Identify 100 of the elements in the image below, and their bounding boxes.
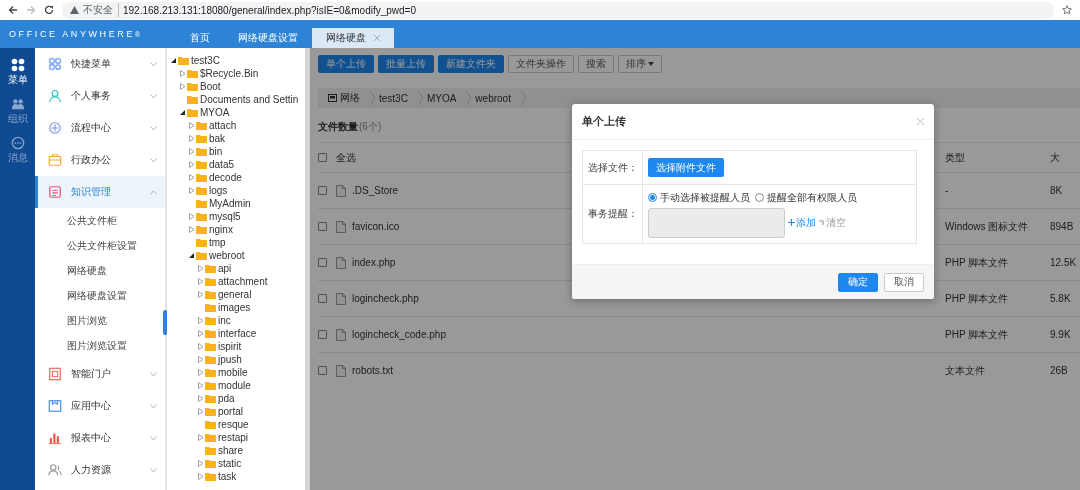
checkbox[interactable] [318, 153, 327, 162]
expand-triangle-icon[interactable] [197, 408, 204, 415]
menu-item[interactable]: 快捷菜单 [35, 48, 165, 80]
folder-name[interactable]: static [218, 458, 242, 469]
folder-name[interactable]: inc [218, 315, 231, 326]
menu-item[interactable]: 智能门户 [35, 358, 165, 390]
submenu-item[interactable]: 公共文件柜设置 [35, 233, 165, 258]
nav-tab[interactable]: 网络硬盘 [312, 28, 394, 48]
menu-item[interactable]: 知识管理 [35, 176, 165, 208]
expand-triangle-icon[interactable] [197, 330, 204, 337]
expand-triangle-icon[interactable] [197, 343, 204, 350]
folder-name[interactable]: interface [218, 328, 257, 339]
expand-triangle-icon[interactable] [188, 226, 195, 233]
folder-name[interactable]: attachment [218, 276, 268, 287]
file-name[interactable]: logincheck.php [352, 293, 419, 304]
expand-triangle-icon[interactable] [179, 83, 186, 90]
expand-triangle-icon[interactable] [197, 434, 204, 441]
folder-name[interactable]: mysql5 [209, 211, 241, 222]
dialog-button[interactable]: 取消 [884, 272, 924, 292]
nav-tab[interactable]: 网络硬盘设置 [224, 28, 312, 48]
chevron-icon[interactable] [150, 403, 157, 409]
toolbar-button[interactable]: 文件夹操作 [508, 55, 574, 73]
toolbar-button[interactable]: 搜索 [578, 55, 614, 73]
toolbar-button[interactable]: 排序 [618, 55, 662, 73]
folder-name[interactable]: portal [218, 406, 243, 417]
file-name[interactable]: favicon.ico [352, 221, 400, 232]
expand-triangle-icon[interactable] [197, 278, 204, 285]
chevron-icon[interactable] [150, 371, 157, 377]
expand-triangle-icon[interactable] [188, 213, 195, 220]
rail-item[interactable]: 消息 [7, 136, 28, 165]
close-icon[interactable] [917, 118, 924, 125]
folder-name[interactable]: bin [209, 146, 223, 157]
folder-name[interactable]: test3C [191, 55, 220, 66]
folder-name[interactable]: nginx [209, 224, 233, 235]
folder-name[interactable]: attach [209, 120, 237, 131]
folder-name[interactable]: resque [218, 419, 249, 430]
submenu-item[interactable]: 公共文件柜 [35, 208, 165, 233]
rail-item[interactable]: 组织 [7, 97, 28, 126]
folder-name[interactable]: Documents and Settin [200, 94, 299, 105]
folder-name[interactable]: MyAdmin [209, 198, 251, 209]
reload-icon[interactable] [44, 5, 54, 15]
expand-triangle-icon[interactable] [188, 122, 195, 129]
address-bar[interactable]: 不安全 192.168.213.131:18080/general/index.php?isIE=0&modify_pwd=0 [62, 1, 1054, 19]
folder-name[interactable]: general [218, 289, 252, 300]
folder-name[interactable]: api [218, 263, 232, 274]
submenu-item[interactable]: 网络硬盘 [35, 258, 165, 283]
folder-name[interactable]: logs [209, 185, 228, 196]
expand-triangle-icon[interactable] [197, 382, 204, 389]
folder-name[interactable]: data5 [209, 159, 235, 170]
nav-tab[interactable]: 首页 [176, 28, 224, 48]
scrollbar[interactable] [305, 48, 310, 490]
folder-name[interactable]: share [218, 445, 243, 456]
folder-name[interactable]: webroot [209, 250, 245, 261]
file-name[interactable]: logincheck_code.php [352, 329, 446, 340]
submenu-item[interactable]: 图片浏览 [35, 308, 165, 333]
checkbox[interactable] [318, 186, 327, 195]
expand-triangle-icon[interactable] [197, 395, 204, 402]
chevron-icon[interactable] [150, 93, 157, 99]
expand-triangle-icon[interactable] [188, 174, 195, 181]
folder-name[interactable]: restapi [218, 432, 248, 443]
folder-name[interactable]: jpush [218, 354, 242, 365]
recipients-box[interactable] [648, 207, 785, 238]
expand-triangle-icon[interactable] [197, 317, 204, 324]
radio-option[interactable]: 提醒全部有权限人员 [755, 190, 857, 205]
breadcrumb-item[interactable]: 网络 [328, 91, 366, 105]
checkbox[interactable] [318, 294, 327, 303]
expand-triangle-icon[interactable] [197, 473, 204, 480]
chevron-icon[interactable] [150, 467, 157, 473]
folder-name[interactable]: Boot [200, 81, 221, 92]
expand-triangle-icon[interactable] [197, 265, 204, 272]
folder-name[interactable]: decode [209, 172, 242, 183]
chevron-icon[interactable] [150, 61, 157, 67]
menu-item[interactable]: 行政办公 [35, 144, 165, 176]
expand-triangle-icon[interactable] [197, 369, 204, 376]
menu-item[interactable]: 应用中心 [35, 390, 165, 422]
file-name[interactable]: .DS_Store [352, 185, 399, 196]
chevron-icon[interactable] [150, 125, 157, 131]
chevron-icon[interactable] [150, 189, 157, 195]
folder-name[interactable]: tmp [209, 237, 226, 248]
breadcrumb-item[interactable]: MYOA [426, 92, 463, 104]
collapse-triangle-icon[interactable] [170, 57, 177, 64]
folder-name[interactable]: ispirit [218, 341, 242, 352]
folder-name[interactable]: task [218, 471, 237, 482]
chevron-icon[interactable] [150, 435, 157, 441]
file-name[interactable]: index.php [352, 257, 396, 268]
folder-name[interactable]: pda [218, 393, 235, 404]
back-icon[interactable] [8, 5, 18, 15]
folder-name[interactable]: $Recycle.Bin [200, 68, 259, 79]
folder-name[interactable]: bak [209, 133, 226, 144]
chevron-icon[interactable] [150, 157, 157, 163]
expand-triangle-icon[interactable] [179, 70, 186, 77]
expand-triangle-icon[interactable] [197, 291, 204, 298]
checkbox[interactable] [318, 258, 327, 267]
submenu-item[interactable]: 图片浏览设置 [35, 333, 165, 358]
expand-triangle-icon[interactable] [188, 161, 195, 168]
collapse-triangle-icon[interactable] [188, 252, 195, 259]
breadcrumb-item[interactable]: webroot [475, 92, 517, 104]
rail-item[interactable]: 菜单 [7, 58, 28, 87]
expand-triangle-icon[interactable] [197, 356, 204, 363]
choose-file-button[interactable]: 选择附件文件 [648, 158, 724, 177]
